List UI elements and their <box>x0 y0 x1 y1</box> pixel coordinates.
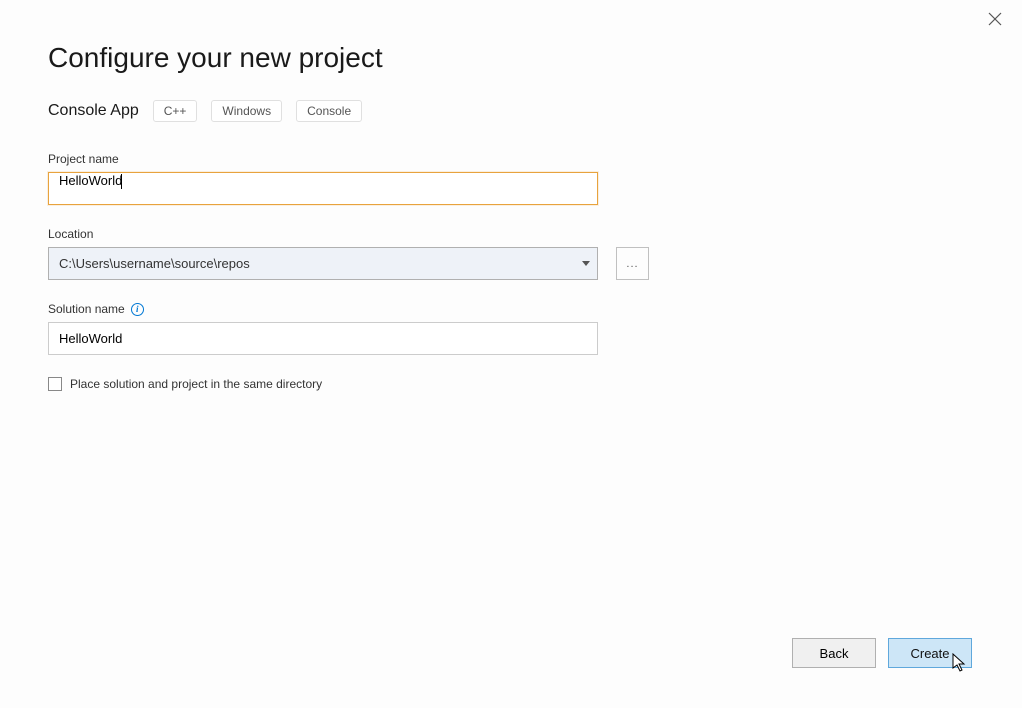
template-name: Console App <box>48 102 139 120</box>
info-icon[interactable]: i <box>131 303 144 316</box>
solution-name-label: Solution name i <box>48 302 974 316</box>
solution-name-label-text: Solution name <box>48 302 125 316</box>
browse-button[interactable]: ... <box>616 247 649 280</box>
same-directory-label: Place solution and project in the same d… <box>70 377 322 391</box>
tag-console: Console <box>296 100 362 122</box>
template-info-row: Console App C++ Windows Console <box>48 100 974 122</box>
project-name-value: HelloWorld <box>59 173 122 188</box>
chevron-down-icon[interactable] <box>581 261 597 266</box>
solution-name-input[interactable] <box>48 322 598 355</box>
back-button[interactable]: Back <box>792 638 876 668</box>
close-icon[interactable] <box>988 12 1004 28</box>
project-name-label: Project name <box>48 152 974 166</box>
location-combobox[interactable]: C:\Users\username\source\repos <box>48 247 598 280</box>
page-title: Configure your new project <box>48 42 974 74</box>
location-value: C:\Users\username\source\repos <box>49 256 581 271</box>
tag-windows: Windows <box>211 100 282 122</box>
location-label: Location <box>48 227 974 241</box>
text-cursor-icon <box>121 174 122 189</box>
tag-cpp: C++ <box>153 100 198 122</box>
create-button[interactable]: Create <box>888 638 972 668</box>
same-directory-checkbox[interactable] <box>48 377 62 391</box>
project-name-input[interactable]: HelloWorld <box>48 172 598 205</box>
